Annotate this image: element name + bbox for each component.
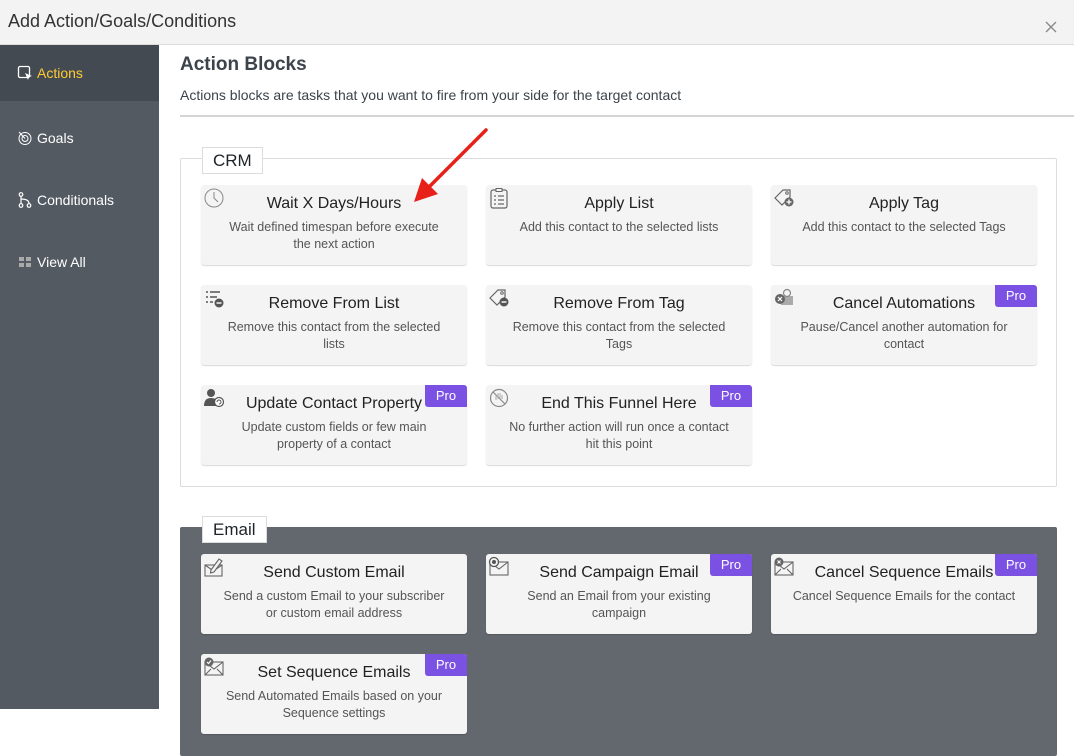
- card-title: Apply Tag: [869, 195, 939, 212]
- card-remove-from-tag[interactable]: Remove From Tag Remove this contact from…: [486, 285, 752, 365]
- pro-badge: Pro: [710, 385, 752, 407]
- crm-group: CRM Wait X Days/Hours Wait defined times…: [180, 147, 1057, 487]
- card-description: Send a custom Email to your subscriber o…: [223, 589, 445, 620]
- branch-icon: [18, 192, 32, 208]
- sidebar-item-label: View All: [37, 254, 86, 270]
- card-cancel-sequence-emails[interactable]: Cancel Sequence Emails Cancel Sequence E…: [771, 554, 1037, 634]
- sidebar-item-label: Conditionals: [37, 192, 115, 208]
- close-icon[interactable]: [1044, 20, 1058, 34]
- pro-badge: Pro: [710, 554, 752, 576]
- card-description: Cancel Sequence Emails for the contact: [792, 589, 1016, 603]
- pro-badge: Pro: [995, 285, 1037, 307]
- sidebar-item-conditionals[interactable]: Conditionals: [0, 169, 159, 231]
- group-label: CRM: [202, 147, 263, 174]
- card-description: No further action will run once a contac…: [509, 420, 729, 451]
- sidebar: Actions Goals Conditionals View All: [0, 45, 159, 709]
- group-label: Email: [202, 516, 267, 543]
- card-description: Remove this contact from the selected li…: [227, 320, 441, 351]
- pointer-box-icon: [17, 65, 32, 80]
- card-apply-tag[interactable]: Apply Tag Add this contact to the select…: [771, 185, 1037, 265]
- sidebar-item-view-all[interactable]: View All: [0, 231, 159, 293]
- card-end-this-funnel-here[interactable]: End This Funnel Here No further action w…: [486, 385, 752, 465]
- pro-badge: Pro: [995, 554, 1037, 576]
- card-description: Add this contact to the selected Tags: [802, 220, 1006, 234]
- card-description: Pause/Cancel another automation for cont…: [800, 320, 1008, 351]
- card-description: Send Automated Emails based on your Sequ…: [225, 689, 443, 720]
- sidebar-item-label: Actions: [37, 65, 83, 81]
- card-cancel-automations[interactable]: Cancel Automations Pause/Cancel another …: [771, 285, 1037, 365]
- card-description: Wait defined timespan before execute the…: [229, 220, 439, 251]
- card-description: Update custom fields or few main propert…: [241, 420, 427, 451]
- modal-header: Add Action/Goals/Conditions: [0, 0, 1074, 45]
- sidebar-item-goals[interactable]: Goals: [0, 107, 159, 169]
- page-description: Actions blocks are tasks that you want t…: [180, 87, 682, 103]
- card-description: Add this contact to the selected lists: [519, 220, 719, 234]
- card-remove-from-list[interactable]: Remove From List Remove this contact fro…: [201, 285, 467, 365]
- grid-icon: [19, 257, 31, 267]
- sidebar-item-label: Goals: [37, 130, 74, 146]
- card-title: Wait X Days/Hours: [266, 195, 402, 212]
- modal-title: Add Action/Goals/Conditions: [8, 11, 237, 31]
- card-title: Remove From Tag: [553, 295, 685, 312]
- sidebar-item-actions[interactable]: Actions: [0, 45, 159, 101]
- card-title: Send Custom Email: [263, 564, 405, 581]
- card-title: Apply List: [584, 195, 654, 212]
- card-title: Remove From List: [268, 295, 400, 312]
- card-set-sequence-emails[interactable]: Set Sequence Emails Send Automated Email…: [201, 654, 467, 734]
- divider: [180, 115, 1074, 117]
- pro-badge: Pro: [425, 654, 467, 676]
- card-description: Send an Email from your existing campaig…: [527, 589, 711, 620]
- card-send-campaign-email[interactable]: Send Campaign Email Send an Email from y…: [486, 554, 752, 634]
- pro-badge: Pro: [425, 385, 467, 407]
- card-update-contact-property[interactable]: Update Contact Property Update custom fi…: [201, 385, 467, 465]
- card-apply-list[interactable]: Apply List Add this contact to the selec…: [486, 185, 752, 265]
- email-group: Email Send Custom Email Send a custom Em…: [180, 516, 1057, 756]
- page-title: Action Blocks: [180, 54, 307, 75]
- card-send-custom-email[interactable]: Send Custom Email Send a custom Email to…: [201, 554, 467, 634]
- card-wait-x-days-hours[interactable]: Wait X Days/Hours Wait defined timespan …: [201, 185, 467, 265]
- target-icon: [18, 131, 32, 145]
- card-description: Remove this contact from the selected Ta…: [512, 320, 726, 351]
